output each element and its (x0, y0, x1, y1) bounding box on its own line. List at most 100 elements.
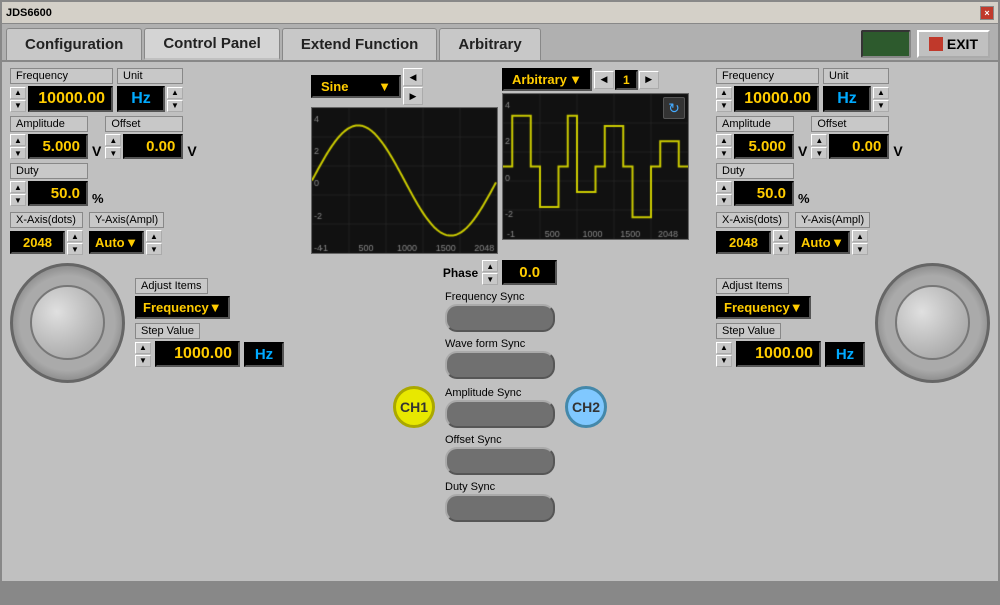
ch1-offset-label: Offset (105, 116, 183, 132)
ch1-frequency-display: 10000.00 (28, 86, 113, 112)
ch2-step-value-label: Step Value (716, 323, 781, 339)
amplitude-sync-button[interactable] (445, 400, 555, 428)
ch2-step-up[interactable]: ▲ (716, 342, 732, 354)
ch2-frequency-down[interactable]: ▼ (716, 100, 732, 112)
exit-button[interactable]: EXIT (917, 30, 990, 58)
ch2-refresh-button[interactable]: ↻ (663, 97, 685, 119)
status-light (861, 30, 911, 58)
ch2-offset-down[interactable]: ▼ (811, 147, 827, 159)
tab-extend-function[interactable]: Extend Function (282, 28, 438, 60)
ch1-badge: CH1 (393, 386, 435, 428)
amplitude-sync-label: Amplitude Sync (445, 387, 521, 399)
ch1-amplitude-up[interactable]: ▲ (10, 134, 26, 146)
window-title: JDS6600 (6, 7, 52, 19)
tab-configuration[interactable]: Configuration (6, 28, 142, 60)
exit-label: EXIT (947, 36, 978, 52)
waveform-sync-button[interactable] (445, 351, 555, 379)
ch1-unit-display: Hz (117, 86, 165, 112)
ch2-step-down[interactable]: ▼ (716, 355, 732, 367)
ch1-amplitude-down[interactable]: ▼ (10, 147, 26, 159)
ch1-adjust-dropdown[interactable]: Frequency ▼ (135, 296, 230, 319)
ch1-knob-inner (30, 285, 105, 360)
ch2-xaxis-down[interactable]: ▼ (773, 243, 789, 255)
ch1-yaxis-up[interactable]: ▲ (146, 230, 162, 242)
ch1-waveform-prev[interactable]: ◀ (403, 68, 423, 86)
ch2-amplitude-up[interactable]: ▲ (716, 134, 732, 146)
ch2-yaxis-label: Y-Axis(Ampl) (795, 212, 870, 228)
phase-label: Phase (443, 266, 478, 280)
ch2-unit-display: Hz (823, 86, 871, 112)
ch1-yaxis-label: Y-Axis(Ampl) (89, 212, 164, 228)
window-close-button[interactable]: × (980, 6, 994, 20)
ch2-waveform-dropdown[interactable]: Arbitrary ▼ (502, 68, 592, 91)
ch2-frequency-display: 10000.00 (734, 86, 819, 112)
ch1-frequency-down[interactable]: ▼ (10, 100, 26, 112)
ch2-frequency-up[interactable]: ▲ (716, 87, 732, 99)
ch2-waveform-prev[interactable]: ◀ (594, 71, 614, 89)
duty-sync-label: Duty Sync (445, 481, 495, 493)
ch2-step-unit: Hz (825, 342, 865, 367)
ch1-offset-up[interactable]: ▲ (105, 134, 121, 146)
ch1-unit-label: Unit (117, 68, 183, 84)
ch1-step-unit: Hz (244, 342, 284, 367)
ch1-step-down[interactable]: ▼ (135, 355, 151, 367)
ch2-xaxis-label: X-Axis(dots) (716, 212, 789, 228)
ch1-offset-down[interactable]: ▼ (105, 147, 121, 159)
ch1-duty-up[interactable]: ▲ (10, 181, 26, 193)
ch2-frequency-label: Frequency (716, 68, 819, 84)
ch2-yaxis-up[interactable]: ▲ (852, 230, 868, 242)
ch1-yaxis-dropdown[interactable]: Auto ▼ (89, 231, 144, 254)
frequency-sync-label: Frequency Sync (445, 291, 524, 303)
ch1-offset-unit: V (187, 143, 196, 159)
offset-sync-button[interactable] (445, 447, 555, 475)
ch2-xaxis-display: 2048 (716, 231, 771, 254)
ch1-xaxis-down[interactable]: ▼ (67, 243, 83, 255)
ch1-amplitude-display: 5.000 (28, 134, 88, 159)
ch2-badge: CH2 (565, 386, 607, 428)
ch2-duty-down[interactable]: ▼ (716, 194, 732, 206)
duty-sync-button[interactable] (445, 494, 555, 522)
ch2-amplitude-down[interactable]: ▼ (716, 147, 732, 159)
ch2-unit-up[interactable]: ▲ (873, 87, 889, 99)
ch2-knob[interactable] (875, 263, 990, 383)
ch1-duty-down[interactable]: ▼ (10, 194, 26, 206)
tab-arbitrary[interactable]: Arbitrary (439, 28, 540, 60)
ch2-adjust-items-label: Adjust Items (716, 278, 789, 294)
ch1-xaxis-label: X-Axis(dots) (10, 212, 83, 228)
ch2-xaxis-up[interactable]: ▲ (773, 230, 789, 242)
ch1-waveform-dropdown[interactable]: Sine ▼ (311, 75, 401, 98)
ch2-duty-up[interactable]: ▲ (716, 181, 732, 193)
frequency-sync-button[interactable] (445, 304, 555, 332)
ch1-frequency-up[interactable]: ▲ (10, 87, 26, 99)
phase-up[interactable]: ▲ (482, 260, 498, 272)
ch1-amplitude-label: Amplitude (10, 116, 88, 132)
ch2-duty-unit: % (798, 191, 810, 206)
ch2-adjust-dropdown[interactable]: Frequency ▼ (716, 296, 811, 319)
phase-down[interactable]: ▼ (482, 273, 498, 285)
ch2-yaxis-down[interactable]: ▼ (852, 243, 868, 255)
ch1-unit-up[interactable]: ▲ (167, 87, 183, 99)
ch2-knob-inner (895, 285, 970, 360)
ch2-amplitude-unit: V (798, 143, 807, 159)
ch1-step-display: 1000.00 (155, 341, 240, 367)
ch1-frequency-label: Frequency (10, 68, 113, 84)
ch1-waveform-next[interactable]: ▶ (403, 87, 423, 105)
ch2-duty-label: Duty (716, 163, 794, 179)
ch1-step-up[interactable]: ▲ (135, 342, 151, 354)
ch2-waveform-next[interactable]: ▶ (639, 71, 659, 89)
ch1-offset-display: 0.00 (123, 134, 183, 159)
ch1-yaxis-down[interactable]: ▼ (146, 243, 162, 255)
ch2-unit-down[interactable]: ▼ (873, 100, 889, 112)
ch2-offset-up[interactable]: ▲ (811, 134, 827, 146)
ch2-waveform-number: 1 (615, 70, 638, 90)
ch1-xaxis-up[interactable]: ▲ (67, 230, 83, 242)
ch2-yaxis-dropdown[interactable]: Auto ▼ (795, 231, 850, 254)
ch1-duty-display: 50.0 (28, 181, 88, 206)
waveform-sync-label: Wave form Sync (445, 338, 525, 350)
ch2-waveform-graph (502, 93, 689, 240)
ch1-knob[interactable] (10, 263, 125, 383)
tab-control-panel[interactable]: Control Panel (144, 28, 280, 60)
ch1-amplitude-unit: V (92, 143, 101, 159)
ch1-unit-down[interactable]: ▼ (167, 100, 183, 112)
ch2-amplitude-label: Amplitude (716, 116, 794, 132)
